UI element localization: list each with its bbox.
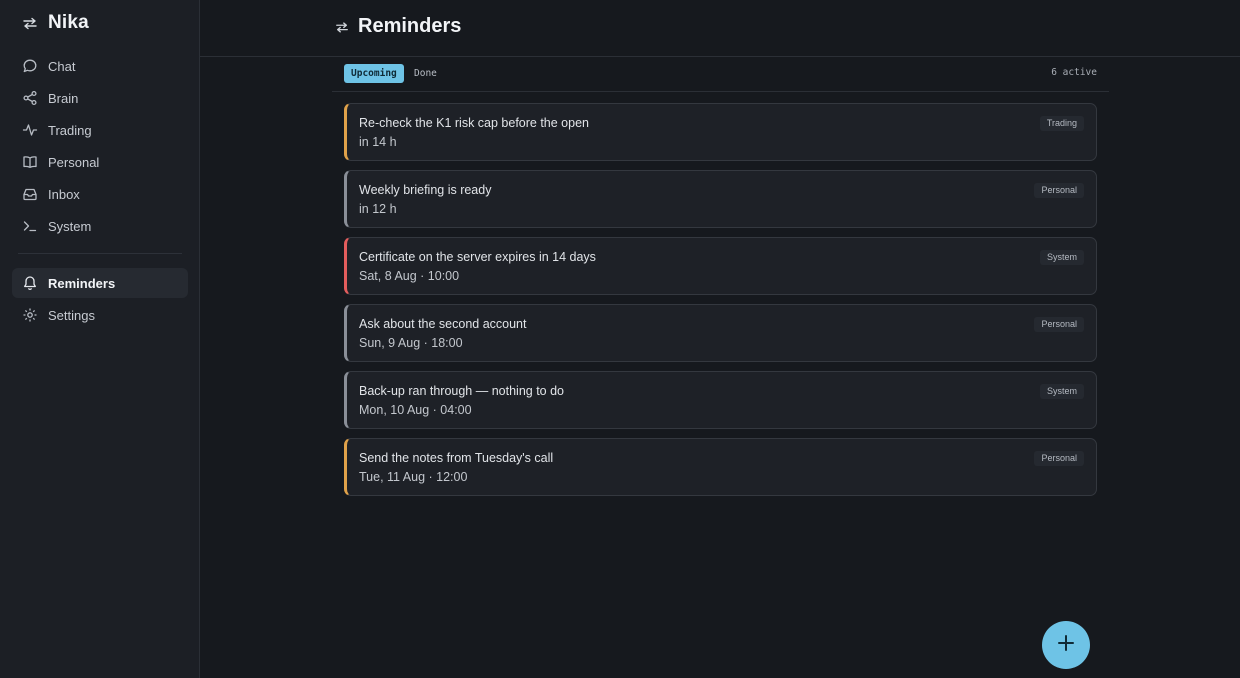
sidebar-item-personal[interactable]: Personal	[12, 147, 188, 177]
category-badge: Personal	[1034, 317, 1084, 332]
tab-upcoming[interactable]: Upcoming	[344, 64, 404, 83]
sidebar-item-label: Inbox	[48, 186, 80, 202]
reminder-text: Weekly briefing is ready	[359, 183, 492, 197]
brand-name: Nika	[48, 12, 89, 33]
reminder-text: Send the notes from Tuesday's call	[359, 451, 554, 465]
sidebar-item-label: Reminders	[48, 275, 116, 291]
inbox-tray-icon	[22, 186, 38, 202]
add-reminder-button[interactable]	[1042, 621, 1090, 669]
sidebar-item-label: Brain	[48, 90, 79, 106]
category-badge: Personal	[1034, 451, 1084, 466]
category-badge: Personal	[1034, 183, 1084, 198]
reminder-text: Re-check the K1 risk cap before the open	[359, 116, 589, 130]
reminder-card[interactable]: Ask about the second account Sun, 9 Aug …	[344, 304, 1097, 362]
gear-icon	[22, 307, 38, 323]
sidebar-item-label: Chat	[48, 58, 76, 74]
category-badge: System	[1039, 250, 1084, 265]
reminder-text: Back-up ran through — nothing to do	[359, 384, 564, 398]
sidebar-item-inbox[interactable]: Inbox	[12, 179, 188, 209]
reminder-card[interactable]: Weekly briefing is ready in 12 h Persona…	[344, 170, 1097, 228]
reminder-list: Re-check the K1 risk cap before the open…	[344, 103, 1097, 505]
main-content: Reminders Upcoming Done 6 active Re-chec…	[200, 0, 1240, 678]
share-nodes-icon	[22, 90, 38, 106]
bell-icon	[22, 275, 38, 291]
sidebar: Nika Chat Brain Trading Personal Inbox S…	[0, 0, 200, 678]
activity-pulse-icon	[22, 122, 38, 138]
sidebar-item-settings[interactable]: Settings	[12, 300, 188, 330]
chat-bubble-icon	[22, 58, 38, 74]
reminder-time: Mon, 10 Aug · 04:00	[359, 403, 472, 417]
filter-tabs: Upcoming Done 6 active	[332, 58, 1109, 92]
collapse-sidebar-icon[interactable]	[22, 15, 38, 31]
page-title: Reminders	[358, 15, 462, 37]
reminder-time: Sat, 8 Aug · 10:00	[359, 269, 460, 283]
category-badge: Trading	[1039, 116, 1084, 131]
reminder-time: Tue, 11 Aug · 12:00	[359, 470, 468, 484]
sidebar-divider	[18, 253, 182, 254]
sidebar-item-label: System	[48, 218, 92, 234]
reminder-card[interactable]: Back-up ran through — nothing to do Mon,…	[344, 371, 1097, 429]
sidebar-item-label: Personal	[48, 154, 100, 170]
sidebar-item-label: Settings	[48, 307, 95, 323]
reminder-time: in 12 h	[359, 202, 397, 216]
reminder-card[interactable]: Re-check the K1 risk cap before the open…	[344, 103, 1097, 161]
sidebar-item-label: Trading	[48, 122, 92, 138]
sidebar-nav: Chat Brain Trading Personal Inbox System…	[12, 51, 188, 332]
app-window: Nika Chat Brain Trading Personal Inbox S…	[0, 0, 1240, 678]
reminder-card[interactable]: Certificate on the server expires in 14 …	[344, 237, 1097, 295]
reminder-time: in 14 h	[359, 135, 397, 149]
reminder-card[interactable]: Send the notes from Tuesday's call Tue, …	[344, 438, 1097, 496]
sidebar-item-reminders[interactable]: Reminders	[12, 268, 188, 298]
terminal-prompt-icon	[22, 218, 38, 234]
reminder-time: Sun, 9 Aug · 18:00	[359, 336, 463, 350]
page-header: Reminders	[200, 0, 1240, 57]
open-book-icon	[22, 154, 38, 170]
reminder-text: Ask about the second account	[359, 317, 527, 331]
brand: Nika	[22, 12, 89, 34]
sidebar-item-brain[interactable]: Brain	[12, 83, 188, 113]
category-badge: System	[1039, 384, 1084, 399]
active-count: 6 active	[1051, 67, 1097, 78]
swap-arrows-icon[interactable]	[335, 20, 351, 36]
plus-icon	[1057, 634, 1075, 657]
tab-done[interactable]: Done	[407, 64, 444, 83]
reminder-text: Certificate on the server expires in 14 …	[359, 250, 596, 264]
sidebar-item-system[interactable]: System	[12, 211, 188, 241]
sidebar-item-chat[interactable]: Chat	[12, 51, 188, 81]
sidebar-item-trading[interactable]: Trading	[12, 115, 188, 145]
